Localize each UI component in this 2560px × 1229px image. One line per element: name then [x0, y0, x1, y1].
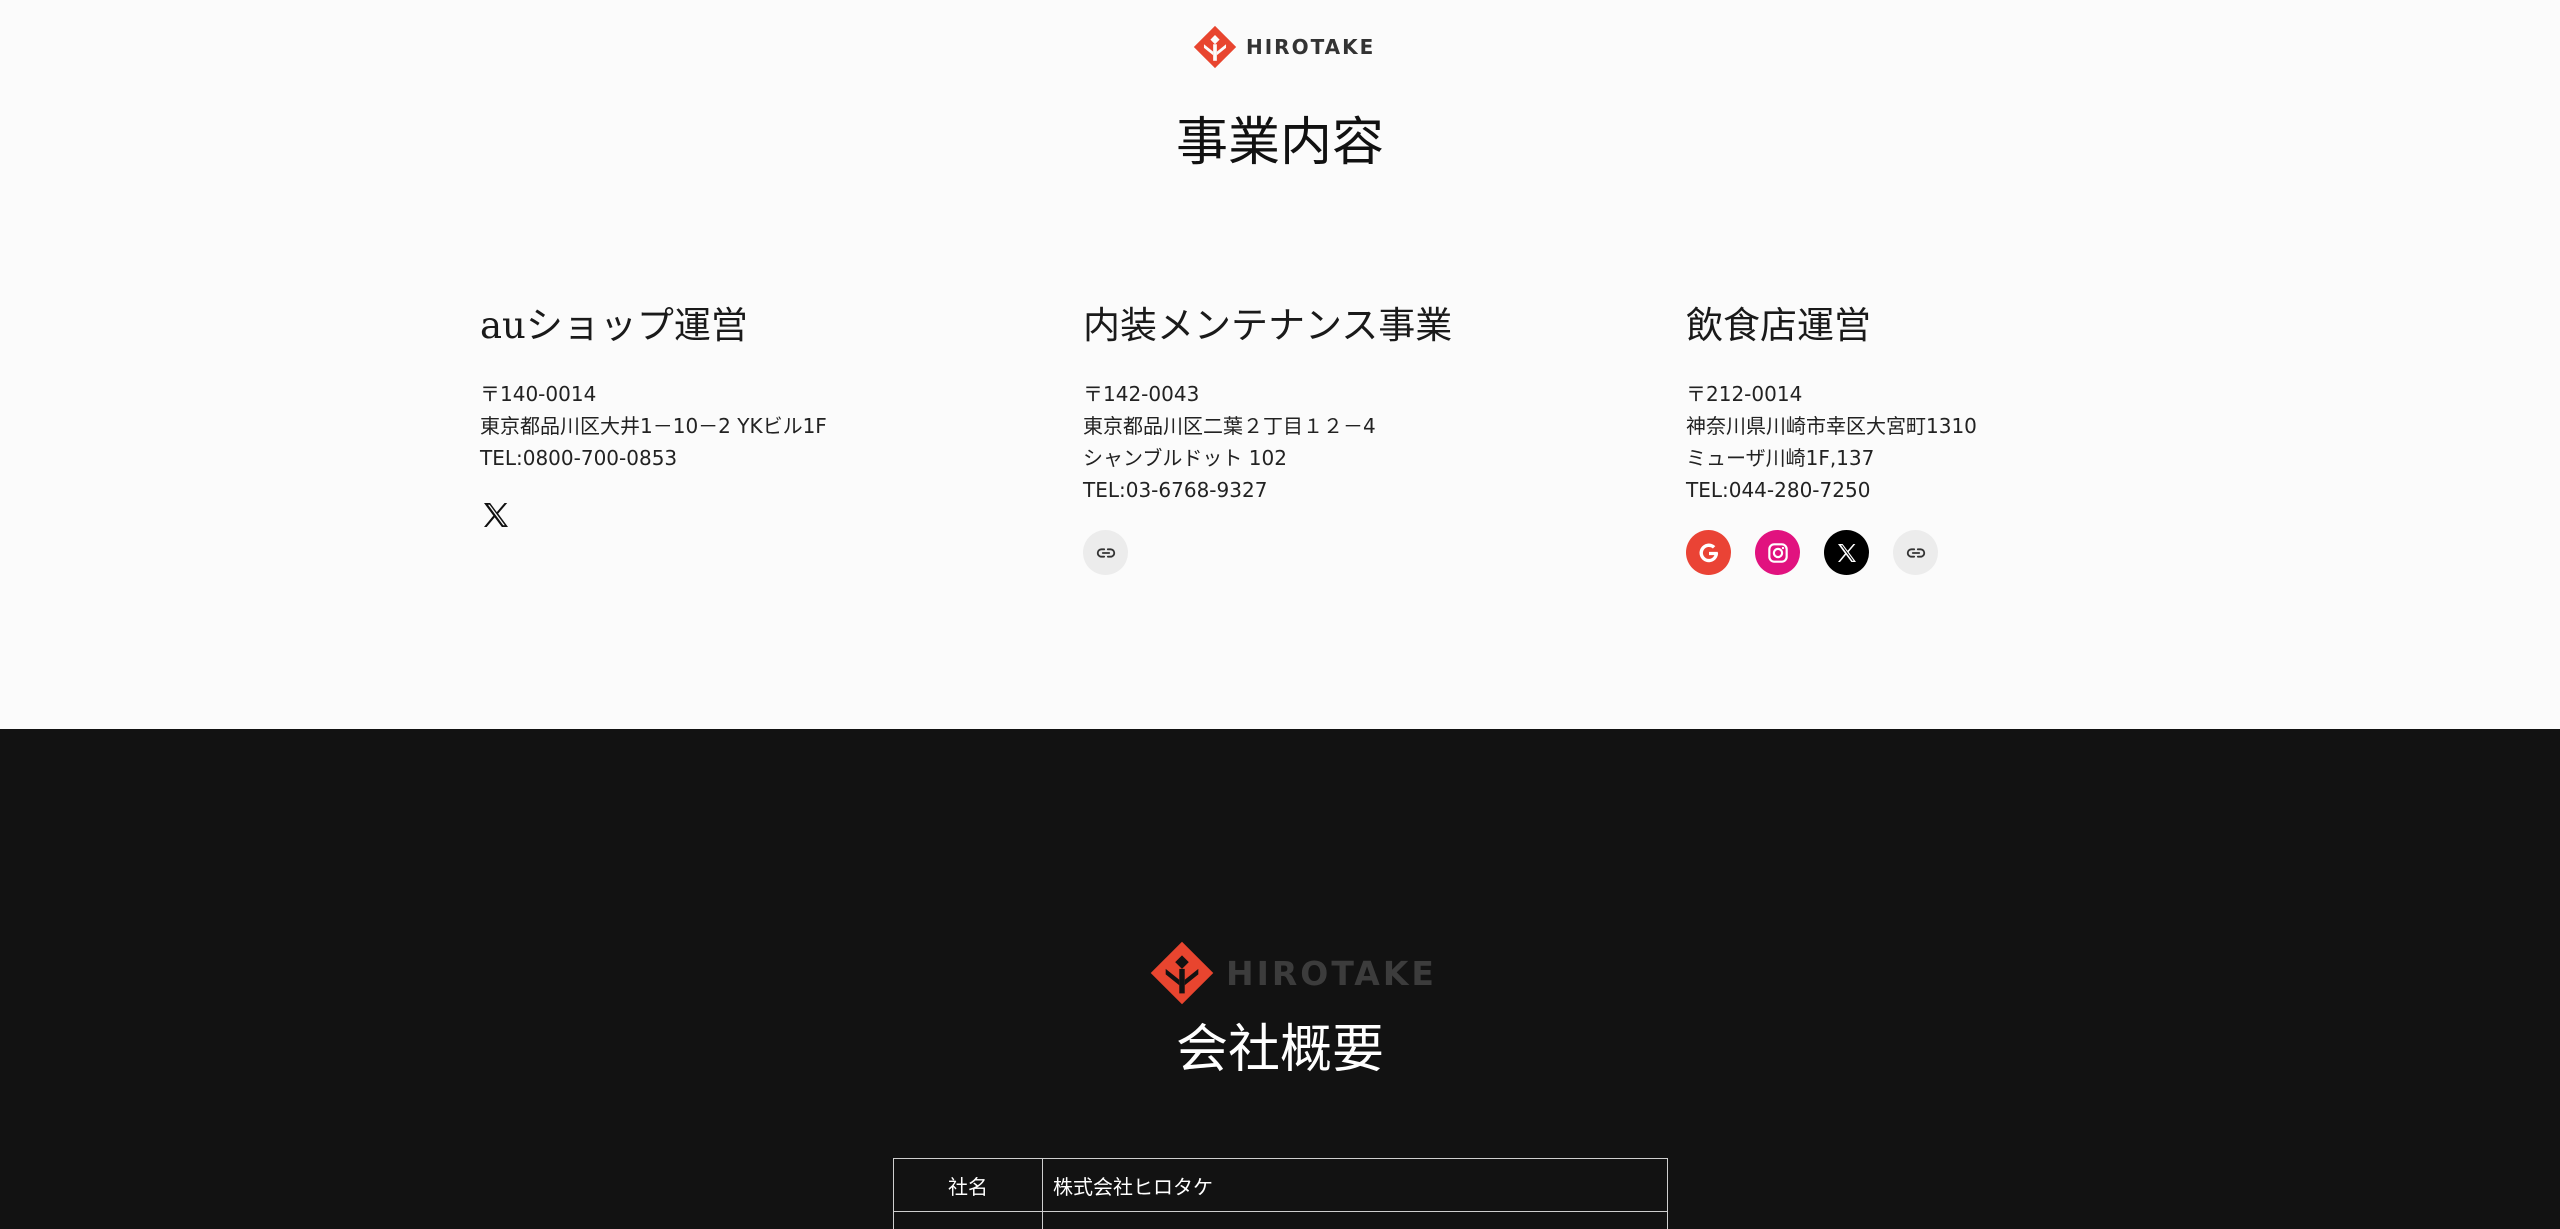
business-interior-maintenance: 内装メンテナンス事業 〒142-0043 東京都品川区二葉２丁目１２－4 シャン…	[1083, 300, 1643, 575]
postal-code: 〒142-0043	[1083, 382, 1200, 406]
phone: TEL:044-280-7250	[1686, 478, 1871, 502]
profile-value	[1042, 1211, 1668, 1229]
header-logo-text: HIROTAKE	[1246, 35, 1376, 59]
instagram-link[interactable]	[1755, 530, 1800, 575]
website-link[interactable]	[1083, 530, 1128, 575]
google-icon	[1698, 543, 1718, 562]
instagram-icon	[1767, 542, 1788, 563]
building: シャンブルドット 102	[1083, 446, 1287, 470]
link-icon	[1096, 547, 1115, 558]
business-section: HIROTAKE 事業内容 auショップ運営 〒140-0014 東京都品川区大…	[0, 0, 2560, 729]
business-title: 内装メンテナンス事業	[1083, 304, 1453, 347]
phone: TEL:03-6768-9327	[1083, 478, 1268, 502]
address: 東京都品川区大井1－10－2 YKビル1F	[480, 414, 827, 438]
table-row	[893, 1211, 1668, 1229]
profile-label	[893, 1211, 1043, 1229]
company-section-title: 会社概要	[1175, 1020, 1384, 1080]
business-section-title: 事業内容	[1175, 113, 1384, 173]
phone: TEL:0800-700-0853	[480, 446, 678, 470]
company-profile-table: 社名 株式会社ヒロタケ	[893, 1158, 1668, 1229]
x-link[interactable]	[1824, 530, 1869, 575]
header-logo[interactable]: HIROTAKE	[1192, 22, 1375, 72]
google-link[interactable]	[1686, 530, 1731, 575]
company-logo-text: HIROTAKE	[1226, 953, 1437, 993]
x-link[interactable]	[480, 496, 518, 534]
address: 東京都品川区二葉２丁目１２－4	[1083, 414, 1376, 438]
business-restaurant: 飲食店運営 〒212-0014 神奈川県川崎市幸区大宮町1310 ミューザ川崎1…	[1686, 300, 2246, 575]
postal-code: 〒140-0014	[480, 382, 597, 406]
business-title: 飲食店運営	[1686, 304, 1871, 347]
profile-label: 社名	[893, 1158, 1043, 1212]
company-logo: HIROTAKE	[1148, 938, 1437, 1008]
business-au-shop: auショップ運営 〒140-0014 東京都品川区大井1－10－2 YKビル1F…	[480, 300, 1040, 534]
hirotake-logo-mark-icon	[1193, 25, 1237, 69]
website-link[interactable]	[1893, 530, 1938, 575]
hirotake-logo-mark-icon	[1150, 941, 1214, 1005]
business-title: auショップ運営	[480, 304, 748, 347]
profile-value: 株式会社ヒロタケ	[1042, 1158, 1668, 1212]
x-icon	[484, 503, 508, 527]
company-section: HIROTAKE 会社概要 社名 株式会社ヒロタケ	[0, 729, 2560, 1229]
building: ミューザ川崎1F,137	[1686, 446, 1875, 470]
link-icon	[1906, 547, 1925, 558]
postal-code: 〒212-0014	[1686, 382, 1803, 406]
address: 神奈川県川崎市幸区大宮町1310	[1686, 414, 1977, 438]
x-icon	[1837, 543, 1856, 562]
table-row: 社名 株式会社ヒロタケ	[893, 1158, 1668, 1212]
